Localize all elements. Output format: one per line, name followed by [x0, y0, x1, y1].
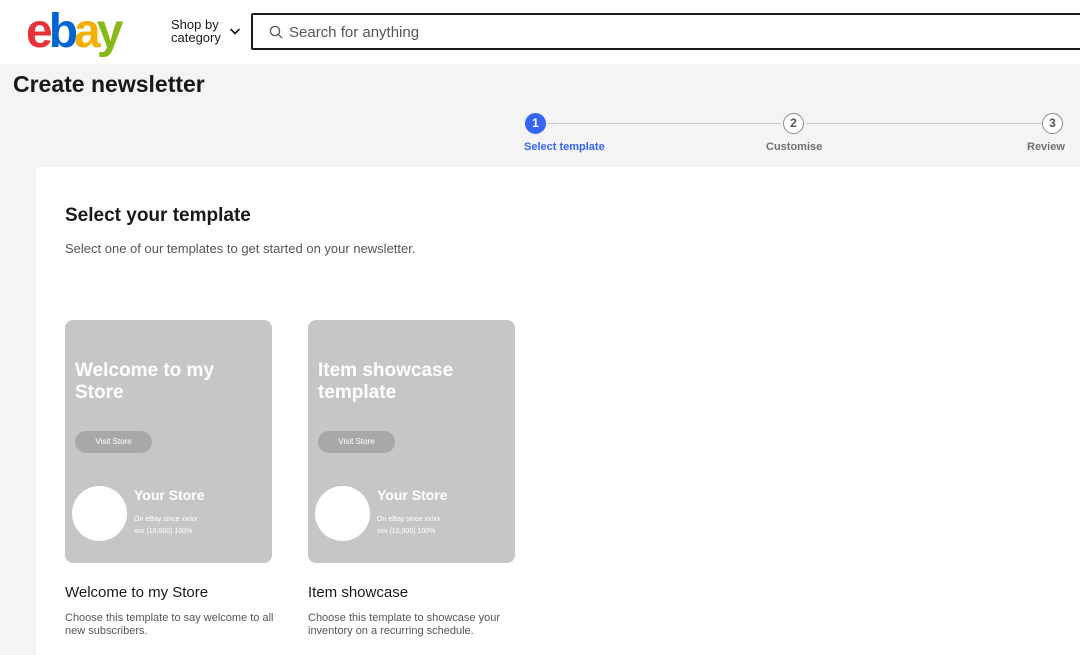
preview-meta-line: On eBay since xx/xx [134, 516, 198, 523]
step-1-indicator: 1 [525, 113, 546, 134]
preview-store-meta: On eBay since xx/xx xxx (10,000) 100% [377, 514, 487, 538]
preview-store-name: Your Store [377, 487, 448, 503]
preview-meta-line: On eBay since xx/xx [377, 516, 441, 523]
section-title: Select your template [65, 205, 251, 226]
step-2-indicator: 2 [783, 113, 804, 134]
step-2-label: Customise [766, 141, 823, 153]
preview-visit-store-button: Visit Store [318, 431, 395, 453]
step-1-label: Select template [524, 141, 605, 153]
preview-headline: Welcome to my Store [75, 360, 215, 403]
template-card-item-showcase[interactable]: Item showcase template Visit Store Your … [308, 320, 515, 563]
preview-visit-store-button: Visit Store [75, 431, 152, 453]
preview-avatar [315, 486, 370, 541]
preview-store-name: Your Store [134, 487, 205, 503]
step-connector [547, 123, 781, 124]
step-connector [806, 123, 1042, 124]
progress-stepper: 1 Select template 2 Customise 3 Review [0, 0, 1080, 160]
template-description: Choose this template to showcase your in… [308, 612, 500, 637]
template-description: Choose this template to say welcome to a… [65, 612, 274, 637]
template-card-welcome[interactable]: Welcome to my Store Visit Store Your Sto… [65, 320, 272, 563]
preview-headline: Item showcase template [318, 360, 454, 403]
template-name[interactable]: Welcome to my Store [65, 584, 208, 601]
section-subtitle: Select one of our templates to get start… [65, 241, 416, 256]
step-3-label: Review [1027, 141, 1065, 153]
template-name[interactable]: Item showcase [308, 584, 408, 601]
preview-meta-line: xxx (10,000) 100% [377, 528, 436, 535]
preview-meta-line: xxx (10,000) 100% [134, 528, 193, 535]
preview-avatar [72, 486, 127, 541]
preview-store-meta: On eBay since xx/xx xxx (10,000) 100% [134, 514, 244, 538]
step-3-indicator: 3 [1042, 113, 1063, 134]
